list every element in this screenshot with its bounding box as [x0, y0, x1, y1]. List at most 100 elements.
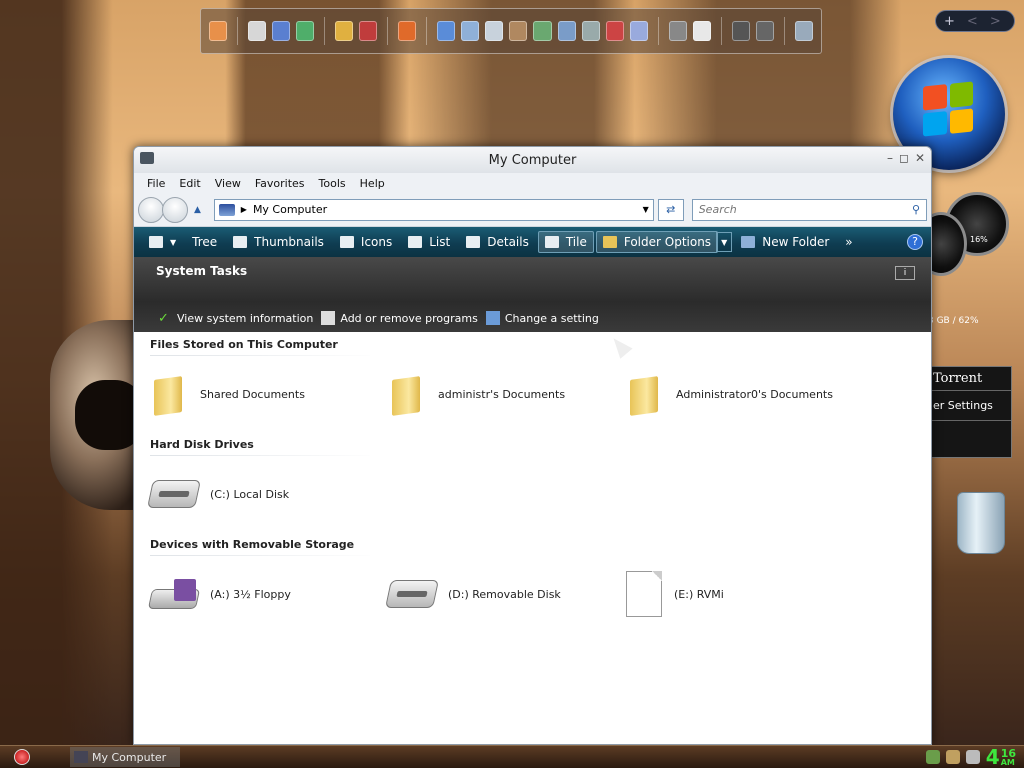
monitor-icon[interactable] [557, 21, 576, 41]
view-toggle-button[interactable]: ▼ [142, 232, 183, 252]
close-icon[interactable]: ✕ [915, 151, 925, 165]
details-icon [466, 236, 481, 248]
icons-button[interactable]: Icons [333, 231, 399, 253]
sidebar-next-button[interactable]: > [990, 14, 1001, 29]
tree-label: Tree [192, 235, 218, 249]
speaker-icon[interactable] [755, 21, 774, 41]
power-icon[interactable] [731, 21, 750, 41]
dock-separator [387, 17, 389, 45]
torrent-settings-link[interactable]: er Settings [931, 391, 1011, 421]
window-controls: – ◻ ✕ [887, 151, 925, 165]
removable-disk-d-item[interactable]: (D:) Removable Disk [385, 580, 626, 608]
minimize-icon[interactable]: – [887, 151, 893, 165]
sidebar-prev-button[interactable]: < [967, 14, 978, 29]
back-button[interactable] [138, 196, 164, 223]
tile-button[interactable]: Tile [537, 231, 594, 253]
folder-icon [388, 372, 426, 416]
flash-icon[interactable] [272, 21, 291, 41]
package-icon[interactable] [533, 21, 552, 41]
refresh-button[interactable]: ⇄ [657, 198, 684, 221]
add-remove-programs-link[interactable]: Add or remove programs [321, 311, 478, 325]
file-list: Files Stored on This Computer Shared Doc… [134, 332, 931, 632]
settings-icon[interactable] [668, 21, 687, 41]
torrent-gadget: Torrent er Settings [930, 366, 1012, 458]
maximize-icon[interactable]: ◻ [899, 151, 909, 165]
network-tray-icon[interactable] [925, 750, 940, 764]
toolbar-more-button[interactable]: » [838, 231, 859, 253]
firefox-icon[interactable] [398, 21, 417, 41]
new-folder-icon [741, 236, 756, 248]
dropdown-icon: ▼ [170, 237, 177, 247]
paint-icon[interactable] [335, 21, 354, 41]
menu-view[interactable]: View [208, 177, 248, 190]
torrent-title[interactable]: Torrent [931, 367, 1011, 391]
change-setting-link[interactable]: Change a setting [485, 311, 599, 325]
recycle-bin-icon[interactable] [957, 492, 1005, 554]
sound-tray-icon[interactable] [965, 750, 980, 764]
tree-button[interactable]: Tree [185, 231, 224, 253]
calendar-icon[interactable] [247, 21, 267, 41]
start-button-icon[interactable] [14, 749, 30, 765]
local-disk-c-item[interactable]: (C:) Local Disk [147, 480, 388, 508]
breadcrumb-arrow-icon[interactable]: ▶ [241, 205, 247, 214]
notepad-icon[interactable] [485, 21, 504, 41]
group-header-hard-disks: Hard Disk Drives [150, 432, 370, 456]
network-icon[interactable] [437, 21, 456, 41]
address-bar: ▲ ▶ My Computer ▼ ⇄ ⚲ [134, 193, 931, 227]
floppy-a-item[interactable]: (A:) 3½ Floppy [147, 579, 388, 609]
menu-edit[interactable]: Edit [172, 177, 207, 190]
windows-logo-icon[interactable] [692, 21, 711, 41]
tile-label: Tile [565, 235, 587, 249]
computer-icon [74, 751, 88, 763]
document-icon[interactable] [461, 21, 480, 41]
forward-button[interactable] [162, 196, 188, 223]
tools-tray-icon[interactable] [945, 750, 960, 764]
details-button[interactable]: Details [459, 231, 536, 253]
taskbar-item-my-computer[interactable]: My Computer [70, 747, 180, 767]
title-bar[interactable]: My Computer – ◻ ✕ [134, 147, 931, 173]
info-icon[interactable]: i [895, 266, 915, 280]
thumbnails-button[interactable]: Thumbnails [226, 231, 331, 253]
tile-icon [544, 236, 559, 248]
globe-icon[interactable] [296, 21, 315, 41]
address-field[interactable]: ▶ My Computer ▼ [213, 198, 654, 221]
menu-file[interactable]: File [140, 177, 172, 190]
checkmark-icon: ✓ [158, 311, 169, 326]
trash-icon[interactable] [794, 21, 813, 41]
new-folder-button[interactable]: New Folder [734, 231, 836, 253]
help-icon[interactable]: ? [907, 234, 923, 250]
tool-icon[interactable] [605, 21, 624, 41]
folder-options-button[interactable]: Folder Options [595, 231, 719, 253]
menu-favorites[interactable]: Favorites [248, 177, 312, 190]
folder-options-dropdown[interactable]: ▼ [716, 232, 733, 252]
search-input[interactable] [698, 203, 912, 216]
windows-flag-icon [923, 81, 973, 137]
administrator0-documents-item[interactable]: Administrator0's Documents [626, 372, 864, 416]
menu-help[interactable]: Help [353, 177, 392, 190]
shared-documents-item[interactable]: Shared Documents [150, 372, 388, 416]
memory-readout: 3 GB / 62% [928, 316, 979, 326]
view-system-info-link[interactable]: ✓ View system information [158, 311, 313, 326]
group-header-files: Files Stored on This Computer [150, 332, 370, 356]
dock-separator [237, 17, 238, 45]
list-button[interactable]: List [401, 231, 457, 253]
programs-icon [321, 311, 336, 325]
media-player-icon[interactable] [209, 21, 228, 41]
change-setting-label: Change a setting [504, 311, 599, 325]
system-tasks-panel: System Tasks i ✓ View system information… [134, 257, 931, 332]
window-icon[interactable] [629, 21, 648, 41]
figure-icon[interactable] [509, 21, 528, 41]
menu-tools[interactable]: Tools [312, 177, 353, 190]
sidebar-add-button[interactable]: + [944, 14, 955, 29]
menu-bar: File Edit View Favorites Tools Help [134, 173, 931, 193]
search-icon[interactable]: ⚲ [912, 203, 920, 216]
item-label: administr's Documents [438, 387, 566, 401]
pane-icon [149, 236, 163, 248]
clock[interactable]: 4 16 AM [986, 747, 1016, 767]
calculator-icon[interactable] [581, 21, 600, 41]
rvmi-e-item[interactable]: (E:) RVMi [626, 571, 864, 617]
address-dropdown-icon[interactable]: ▼ [643, 205, 649, 214]
up-arrow-icon[interactable]: ▲ [194, 205, 201, 215]
books-icon[interactable] [359, 21, 378, 41]
admin-documents-item[interactable]: administr's Documents [388, 372, 626, 416]
